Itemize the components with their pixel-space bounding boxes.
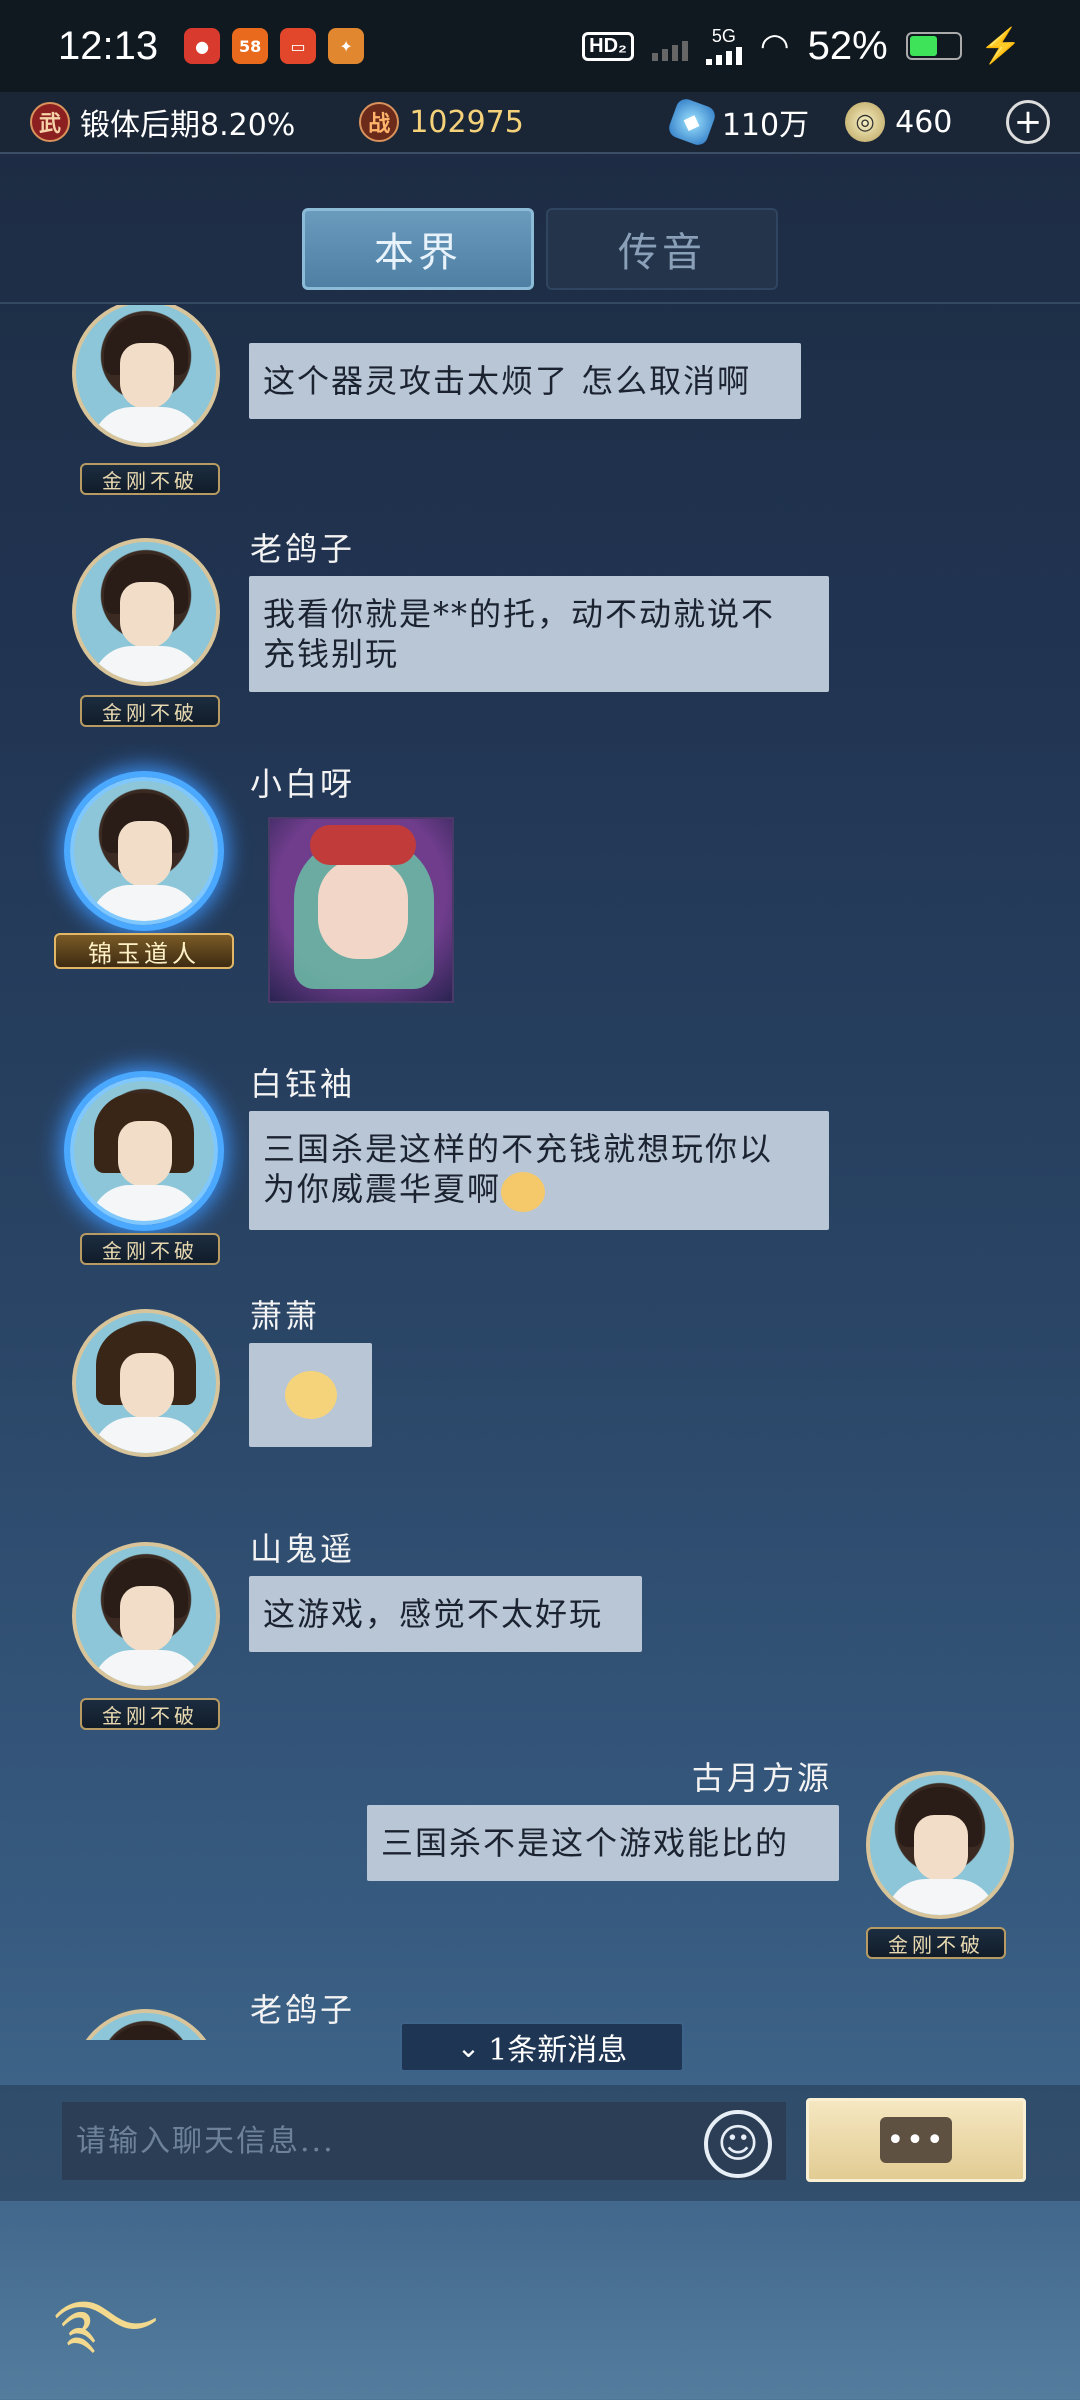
- title-badge: 锦玉道人: [54, 933, 234, 969]
- cultivation-stat: 武 锻体后期8.20%: [30, 100, 295, 144]
- title-badge: 金刚不破: [80, 1698, 220, 1730]
- message-bubble: 我看你就是**的托，动不动就说不 充钱别玩: [249, 576, 829, 692]
- spirit-stone-stat: ◆ 110万: [666, 96, 810, 148]
- emoji-button[interactable]: ☺: [704, 2110, 772, 2178]
- signal-icon-1: [651, 31, 688, 61]
- signal-5g-icon: 5G: [705, 27, 742, 65]
- chat-bubble-icon: •••: [880, 2117, 952, 2163]
- cloud-menu-icon[interactable]: ࿐: [54, 2252, 178, 2361]
- spirit-stone-value: 110万: [721, 108, 810, 143]
- chevron-down-icon: ⌄: [456, 2030, 481, 2064]
- sender-name[interactable]: 老鸽子: [250, 524, 355, 570]
- battery-percent: 52%: [807, 23, 888, 68]
- divider: [0, 302, 1080, 304]
- hd-voice-icon: HD₂: [582, 31, 634, 61]
- app-notification-icon: ●: [184, 28, 221, 64]
- app-tv-notification-icon: ▭: [280, 28, 317, 64]
- avatar[interactable]: [866, 1771, 1014, 1919]
- battery-icon: [905, 32, 962, 60]
- avatar[interactable]: [70, 1077, 218, 1225]
- tab-private[interactable]: 传音: [546, 208, 778, 290]
- title-badge: 金刚不破: [866, 1927, 1006, 1959]
- crying-emoji-icon: [285, 1371, 337, 1419]
- sender-name[interactable]: 老鸽子: [250, 1985, 355, 2031]
- app-58-notification-icon: 58: [232, 28, 269, 64]
- combat-power-value: 102975: [409, 104, 524, 140]
- add-currency-button[interactable]: +: [1006, 100, 1050, 144]
- title-badge: 金刚不破: [80, 695, 220, 727]
- sender-name[interactable]: 山鬼遥: [250, 1524, 355, 1570]
- clock: 12:13: [58, 23, 159, 68]
- message-bubble: 这个器灵攻击太烦了 怎么取消啊: [249, 343, 801, 419]
- cultivation-value: 锻体后期8.20%: [80, 108, 296, 143]
- sticker-image[interactable]: [268, 817, 454, 1003]
- chat-list[interactable]: 金刚不破 这个器灵攻击太烦了 怎么取消啊 老鸽子 金刚不破 我看你就是**的托，…: [0, 305, 1080, 2040]
- message-bubble: 三国杀是这样的不充钱就想玩你以 为你威震华夏啊: [249, 1111, 829, 1230]
- spirit-stone-icon: ◆: [666, 96, 718, 148]
- coin-value: 460: [895, 104, 953, 140]
- message-bubble: 三国杀不是这个游戏能比的: [367, 1805, 839, 1881]
- duck-emoji-icon: [501, 1171, 546, 1212]
- send-button[interactable]: •••: [806, 2098, 1026, 2182]
- title-badge: 金刚不破: [80, 463, 220, 495]
- game-notification-icon: ✦: [328, 28, 365, 64]
- message-line: 我看你就是**的托，动不动就说不: [263, 595, 776, 633]
- avatar[interactable]: [72, 305, 220, 447]
- avatar[interactable]: [72, 1542, 220, 1690]
- sender-name[interactable]: 白钰袖: [250, 1059, 355, 1105]
- avatar[interactable]: [72, 2009, 220, 2040]
- coin-icon: ◎: [845, 102, 886, 142]
- message-line-with-emoji: 为你威震华夏啊: [263, 1169, 815, 1212]
- avatar[interactable]: [72, 1309, 220, 1457]
- smiley-icon: ☺: [717, 2121, 759, 2167]
- status-bar: 12:13 ● 58 ▭ ✦ HD₂ 5G ◠ 52% ⚡: [0, 0, 1080, 92]
- avatar[interactable]: [72, 538, 220, 686]
- coin-stat: ◎ 460: [845, 102, 952, 142]
- chat-tabs: 本界 传音: [302, 208, 778, 290]
- new-message-button[interactable]: ⌄ 1条新消息: [400, 2022, 684, 2072]
- sender-name[interactable]: 萧萧: [250, 1291, 320, 1337]
- message-bubble: [249, 1343, 372, 1447]
- title-badge: 金刚不破: [80, 1233, 220, 1265]
- wifi-icon: ◠: [759, 27, 790, 65]
- message-line: 三国杀是这样的不充钱就想玩你以: [263, 1130, 774, 1168]
- notification-icons: ● 58 ▭ ✦: [184, 28, 365, 64]
- avatar[interactable]: [70, 777, 218, 925]
- message-line: 充钱别玩: [263, 635, 400, 673]
- resource-bar: 武 锻体后期8.20% 战 102975 ◆ 110万 ◎ 460 +: [0, 92, 1080, 154]
- chat-input[interactable]: [62, 2102, 786, 2180]
- sender-name[interactable]: 古月方源: [692, 1753, 832, 1799]
- tab-world[interactable]: 本界: [302, 208, 534, 290]
- charging-icon: ⚡: [979, 27, 1022, 65]
- sender-name[interactable]: 小白呀: [250, 759, 355, 805]
- combat-power-stat: 战 102975: [359, 102, 524, 142]
- zhan-badge-icon: 战: [359, 102, 400, 142]
- wu-badge-icon: 武: [30, 102, 70, 142]
- message-bubble: 这游戏，感觉不太好玩: [249, 1576, 642, 1652]
- new-message-label: 1条新消息: [488, 2033, 628, 2068]
